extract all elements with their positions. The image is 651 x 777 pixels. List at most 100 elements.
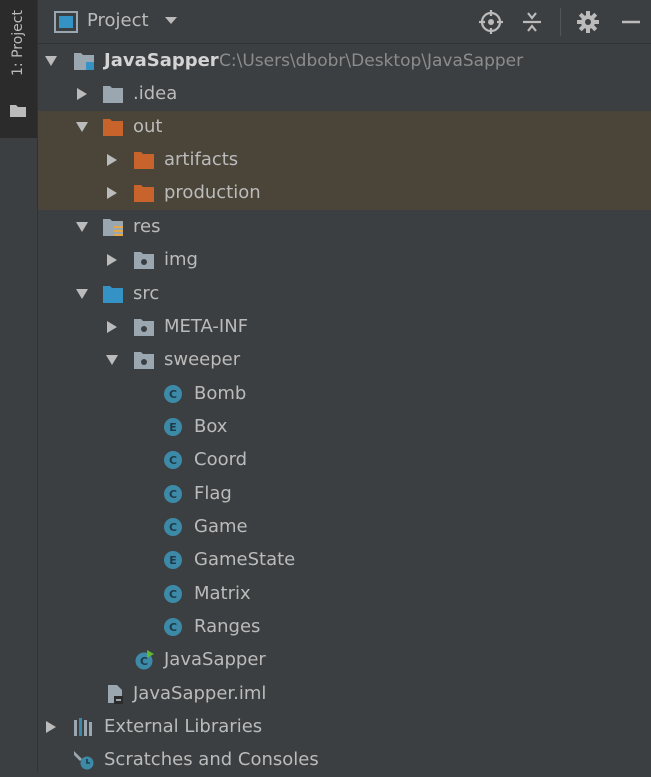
meta-inf-folder-label: META-INF <box>164 316 249 337</box>
chevron-right-icon[interactable] <box>44 720 58 734</box>
svg-text:E: E <box>169 421 177 434</box>
out-folder-label: out <box>133 116 163 137</box>
svg-text:C: C <box>169 388 177 401</box>
chevron-right-icon[interactable] <box>75 87 89 101</box>
excluded-folder-icon <box>134 152 154 169</box>
enum-icon: E <box>164 418 182 436</box>
sweeper-folder-label: sweeper <box>164 349 241 370</box>
project-tool-tab[interactable]: 1: Project <box>0 0 37 138</box>
root-module-path: C:\Users\dbobr\Desktop\JavaSapper <box>219 51 524 71</box>
source-folder-icon <box>103 286 123 303</box>
tool-window-strip: 1: Project <box>0 0 38 772</box>
folder-icon <box>10 105 26 117</box>
tree-row-img[interactable]: img <box>38 244 651 277</box>
external-libraries-label: External Libraries <box>104 716 263 737</box>
svg-text:C: C <box>169 454 177 467</box>
class-label: Coord <box>194 449 248 470</box>
class-label: Game <box>194 516 248 537</box>
tree-row-class[interactable]: C Game <box>38 511 651 544</box>
tree-row-main-class[interactable]: C JavaSapper <box>38 644 651 677</box>
tree-row-enum[interactable]: E GameState <box>38 544 651 577</box>
chevron-down-icon[interactable] <box>105 353 119 367</box>
package-folder-icon <box>134 352 154 369</box>
header-separator <box>560 8 561 36</box>
tree-row-class[interactable]: C Bomb <box>38 378 651 411</box>
excluded-folder-icon <box>134 185 154 202</box>
locate-icon[interactable] <box>479 10 503 34</box>
iml-file-label: JavaSapper.iml <box>133 683 267 704</box>
idea-folder-label: .idea <box>133 83 178 104</box>
chevron-down-icon[interactable] <box>164 16 178 26</box>
main-class-icon: C <box>135 650 154 670</box>
resources-folder-icon <box>103 219 123 236</box>
chevron-right-icon[interactable] <box>105 320 119 334</box>
module-folder-icon <box>74 53 94 70</box>
excluded-folder-icon <box>103 119 123 136</box>
package-folder-icon <box>134 319 154 336</box>
src-folder-label: src <box>133 283 160 304</box>
tree-row-external-libraries[interactable]: External Libraries <box>38 711 651 744</box>
project-view-title[interactable]: Project <box>87 10 149 31</box>
class-label: Ranges <box>194 616 261 637</box>
tree-row-idea[interactable]: .idea <box>38 78 651 111</box>
chevron-down-icon[interactable] <box>75 287 89 301</box>
chevron-right-icon[interactable] <box>105 186 119 200</box>
project-header: Project <box>38 0 651 44</box>
tree-row-production[interactable]: production <box>38 177 651 210</box>
tree-row-iml[interactable]: JavaSapper.iml <box>38 678 651 711</box>
svg-text:C: C <box>169 488 177 501</box>
enum-label: Box <box>194 416 228 437</box>
class-label: Matrix <box>194 583 251 604</box>
enum-icon: E <box>164 551 182 569</box>
project-tool-tab-label: 1: Project <box>10 10 26 76</box>
main-class-label: JavaSapper <box>164 649 266 670</box>
chevron-right-icon[interactable] <box>105 253 119 267</box>
collapse-all-icon[interactable] <box>520 10 544 34</box>
module-file-icon <box>108 685 123 704</box>
project-view-icon <box>54 11 78 33</box>
class-icon: C <box>164 585 182 603</box>
class-icon: C <box>164 618 182 636</box>
tree-row-res[interactable]: res <box>38 211 651 244</box>
img-folder-label: img <box>164 249 198 270</box>
class-icon: C <box>164 385 182 403</box>
tree-row-enum[interactable]: E Box <box>38 411 651 444</box>
scratches-label: Scratches and Consoles <box>104 749 319 770</box>
tree-row-class[interactable]: C Matrix <box>38 578 651 611</box>
class-icon: C <box>164 451 182 469</box>
svg-text:E: E <box>169 554 177 567</box>
tree-row-artifacts[interactable]: artifacts <box>38 144 651 177</box>
chevron-right-icon[interactable] <box>105 153 119 167</box>
class-icon: C <box>164 485 182 503</box>
library-icon <box>74 718 92 736</box>
tree-row-sweeper[interactable]: sweeper <box>38 344 651 377</box>
svg-text:C: C <box>169 588 177 601</box>
res-folder-label: res <box>133 216 161 237</box>
production-folder-label: production <box>164 182 261 203</box>
gear-icon[interactable] <box>576 10 600 34</box>
artifacts-folder-label: artifacts <box>164 149 239 170</box>
class-label: Flag <box>194 483 232 504</box>
chevron-down-icon[interactable] <box>75 220 89 234</box>
package-folder-icon <box>134 252 154 269</box>
project-tree: JavaSapper C:\Users\dbobr\Desktop\JavaSa… <box>38 44 651 772</box>
tree-row-scratches[interactable]: Scratches and Consoles <box>38 744 651 777</box>
tree-row-class[interactable]: C Coord <box>38 444 651 477</box>
tree-row-root[interactable]: JavaSapper C:\Users\dbobr\Desktop\JavaSa… <box>38 45 651 78</box>
folder-icon <box>103 86 123 103</box>
class-icon: C <box>164 518 182 536</box>
tree-row-class[interactable]: C Ranges <box>38 611 651 644</box>
root-module-label: JavaSapper <box>104 50 219 71</box>
chevron-down-icon[interactable] <box>75 120 89 134</box>
svg-text:C: C <box>169 521 177 534</box>
tree-row-meta-inf[interactable]: META-INF <box>38 311 651 344</box>
tree-row-src[interactable]: src <box>38 278 651 311</box>
tree-row-class[interactable]: C Flag <box>38 478 651 511</box>
svg-text:C: C <box>169 621 177 634</box>
chevron-down-icon[interactable] <box>44 54 58 68</box>
class-label: Bomb <box>194 383 247 404</box>
scratches-icon <box>74 751 94 770</box>
tree-row-out[interactable]: out <box>38 111 651 144</box>
minimize-icon[interactable] <box>619 10 643 34</box>
enum-label: GameState <box>194 549 296 570</box>
